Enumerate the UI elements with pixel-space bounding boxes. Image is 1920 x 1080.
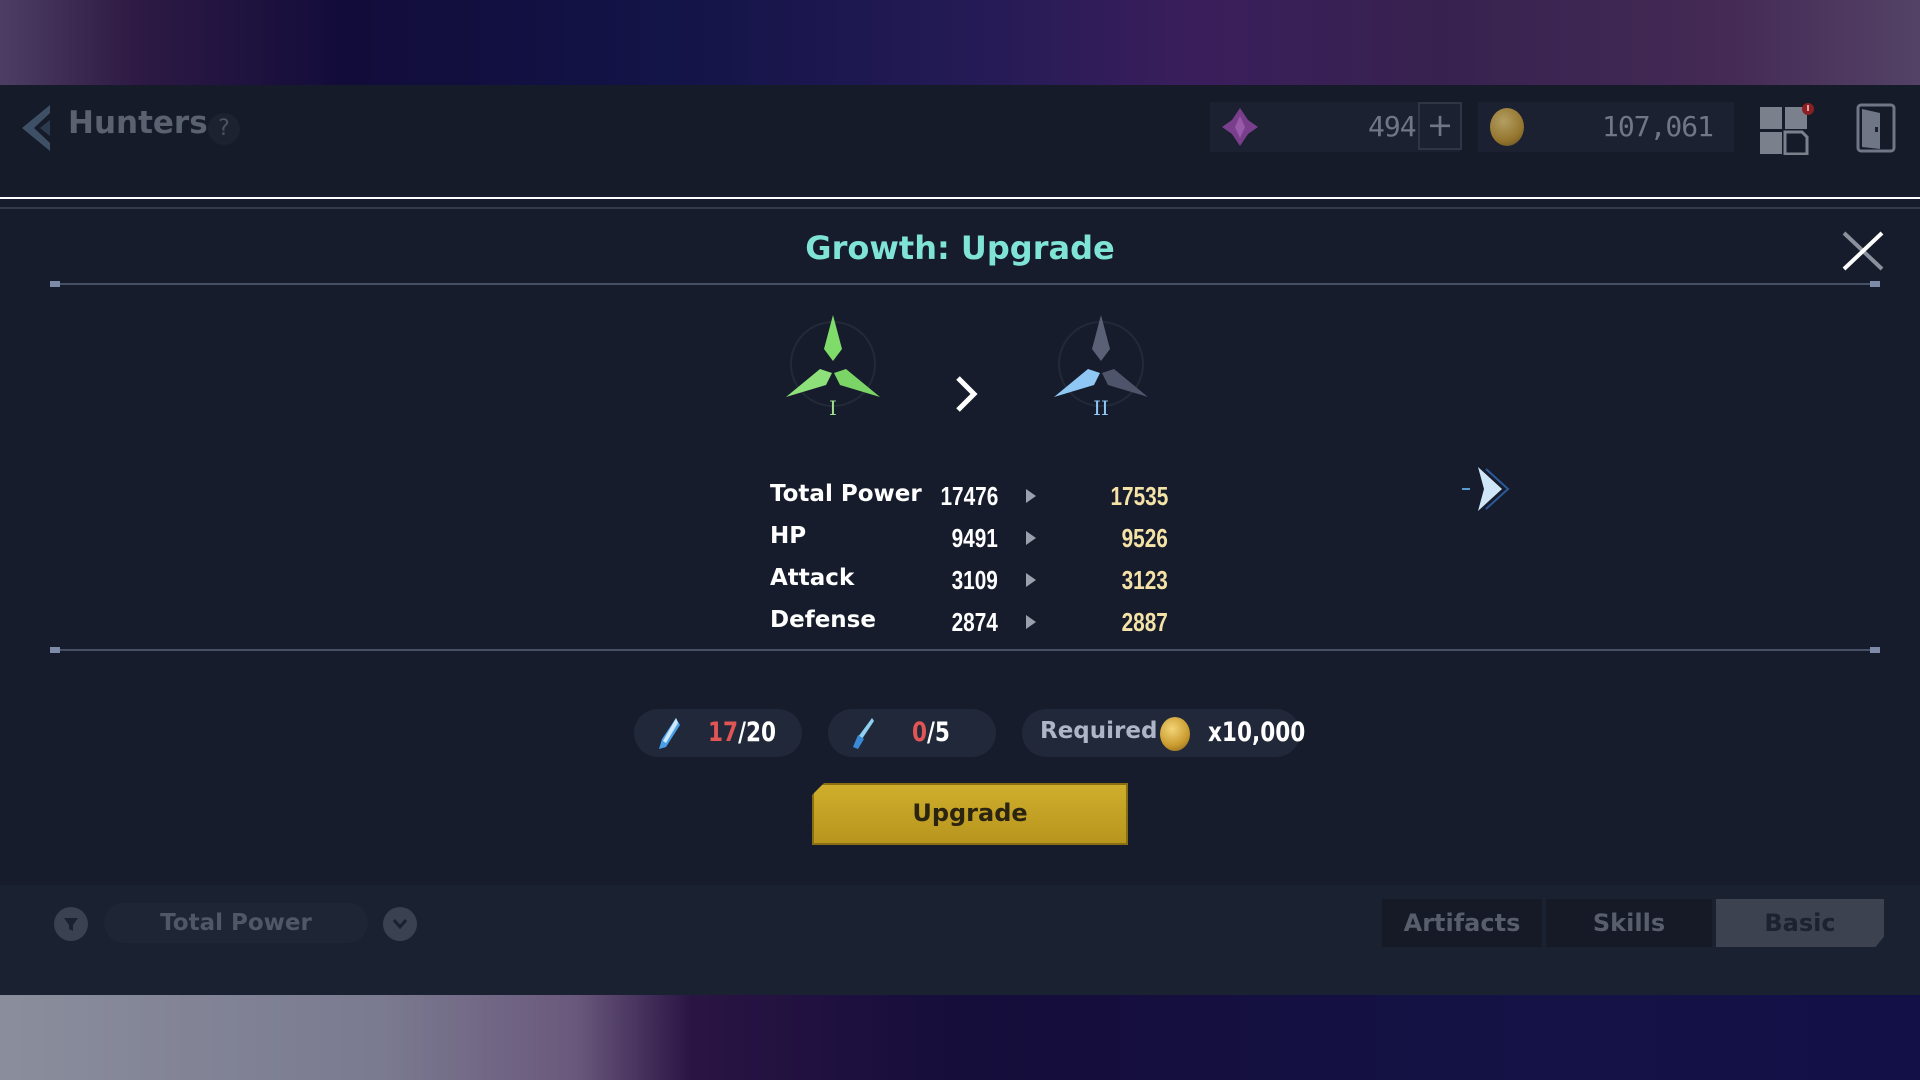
add-gems-button[interactable]: + [1418, 102, 1462, 150]
stat-current-value: 2874 [951, 607, 998, 637]
divider-bottom [50, 647, 1880, 653]
stat-comparison-table: Total Power 17476 17535 HP 9491 9526 Att… [770, 477, 1170, 645]
back-arrow-icon [22, 105, 50, 151]
stat-label: Total Power [770, 481, 922, 507]
stat-row-defense: Defense 2874 2887 [770, 603, 1170, 645]
tab-skills[interactable]: Skills [1546, 899, 1712, 947]
arrow-right-icon [1026, 531, 1036, 545]
close-icon [1842, 231, 1884, 271]
svg-text:I: I [829, 396, 837, 419]
required-gold-cost: Required x10,000 [1022, 709, 1305, 757]
background-bottom [0, 995, 1920, 1080]
gems-value: 494 [1368, 110, 1417, 143]
required-gold-amount: x10,000 [1208, 717, 1306, 748]
chevron-down-icon [392, 919, 408, 930]
stat-current-value: 17476 [940, 481, 998, 511]
blue-crystal-vial-icon [853, 718, 874, 749]
modal-top-border [0, 207, 1920, 209]
purple-gem-icon [1222, 108, 1258, 146]
required-label: Required [1040, 718, 1158, 744]
gold-coin-icon [1490, 108, 1524, 146]
stat-label: HP [770, 523, 807, 549]
stat-row-hp: HP 9491 9526 [770, 519, 1170, 561]
tab-basic[interactable]: Basic [1716, 899, 1884, 947]
door-icon [1856, 103, 1896, 153]
next-hunter-button[interactable] [1460, 459, 1510, 519]
hunters-screen: Hunters ? 494 + 107,061 Growth: Upgrade … [0, 85, 1920, 995]
stat-current-value: 3109 [951, 565, 998, 595]
stat-label: Defense [770, 607, 876, 633]
growth-upgrade-modal: Growth: Upgrade I II Total Power 17476 1… [0, 197, 1920, 887]
rank-progress-arrow [952, 374, 982, 414]
menu-grid-button[interactable] [1760, 103, 1814, 156]
material-slot-2[interactable]: 0/5 [828, 709, 996, 757]
page-title: Hunters [68, 105, 208, 141]
arrow-right-icon [1026, 489, 1036, 503]
header-bar: Hunters ? 494 + 107,061 [0, 85, 1920, 195]
rank-current: I [778, 309, 888, 420]
upgrade-button[interactable]: Upgrade [812, 783, 1128, 845]
material-slot-1[interactable]: 17/20 [634, 709, 802, 757]
arrow-right-icon [1026, 573, 1036, 587]
stat-label: Attack [770, 565, 855, 591]
stat-next-value: 17535 [1110, 481, 1168, 511]
help-button[interactable]: ? [208, 113, 240, 145]
svg-text:II: II [1093, 396, 1109, 419]
gold-counter: 107,061 [1478, 102, 1734, 152]
material-1-count: 17/20 [708, 717, 777, 748]
footer-bar: Total Power Artifacts Skills Basic [0, 885, 1920, 995]
sort-order-button[interactable] [383, 907, 417, 941]
close-button[interactable] [1838, 229, 1888, 273]
stat-row-total-power: Total Power 17476 17535 [770, 477, 1170, 519]
exit-button[interactable] [1856, 103, 1896, 153]
chevron-right-icon [956, 376, 978, 412]
stat-next-value: 9526 [1121, 523, 1168, 553]
background-top [0, 0, 1920, 85]
blue-crystal-shard-icon [659, 718, 680, 749]
gems-counter: 494 + [1210, 102, 1462, 152]
filter-funnel-icon [64, 918, 78, 931]
sort-dropdown[interactable]: Total Power [104, 903, 368, 943]
stat-current-value: 9491 [951, 523, 998, 553]
divider-top [50, 281, 1880, 287]
rank-next: II [1046, 309, 1156, 420]
rank-one-emblem-icon: I [786, 315, 880, 420]
grid-icon [1760, 103, 1814, 156]
arrow-right-icon [1026, 615, 1036, 629]
gold-coin-icon [1160, 717, 1190, 751]
filter-button[interactable] [54, 907, 88, 941]
tab-artifacts[interactable]: Artifacts [1382, 899, 1542, 947]
stat-row-attack: Attack 3109 3123 [770, 561, 1170, 603]
stat-next-value: 2887 [1121, 607, 1168, 637]
rank-two-emblem-icon: II [1054, 315, 1148, 420]
material-2-count: 0/5 [912, 717, 950, 748]
modal-title: Growth: Upgrade [805, 229, 1115, 267]
back-button[interactable] [18, 103, 58, 153]
gold-value: 107,061 [1602, 110, 1714, 143]
chevron-right-glow-icon [1462, 467, 1510, 511]
stat-next-value: 3123 [1121, 565, 1168, 595]
